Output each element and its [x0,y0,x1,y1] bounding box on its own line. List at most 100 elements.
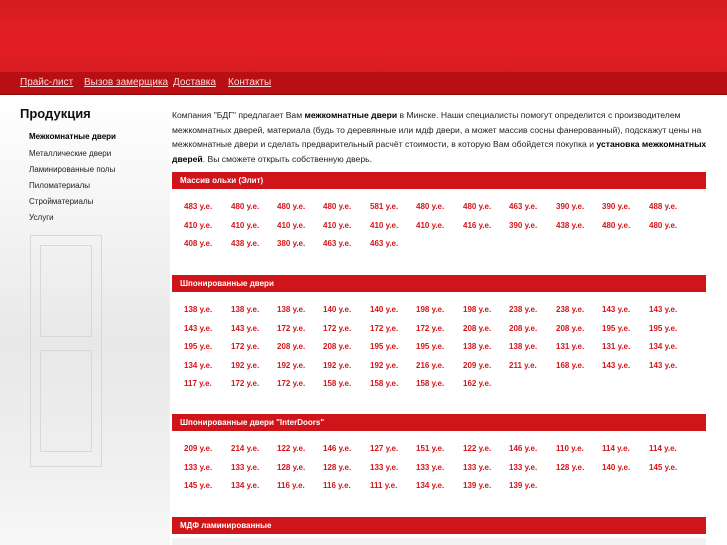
price-link[interactable]: 151 у.е. [416,444,444,453]
price-link[interactable]: 488 у.е. [649,202,677,211]
price-link[interactable]: 143 у.е. [649,305,677,314]
price-link[interactable]: 192 у.е. [323,361,351,370]
nav-call-measurer[interactable]: Вызов замерщика [84,77,168,88]
price-link[interactable]: 140 у.е. [602,463,630,472]
price-link[interactable]: 214 у.е. [231,444,259,453]
price-link[interactable]: 195 у.е. [416,342,444,351]
sidebar-item-lumber[interactable]: Пиломатериалы [29,181,90,190]
sidebar-item-building-materials[interactable]: Стройматериалы [29,197,93,206]
price-link[interactable]: 410 у.е. [416,221,444,230]
price-link[interactable]: 195 у.е. [602,324,630,333]
price-link[interactable]: 138 у.е. [184,305,212,314]
price-link[interactable]: 133 у.е. [509,463,537,472]
price-link[interactable]: 133 у.е. [184,463,212,472]
price-link[interactable]: 134 у.е. [184,361,212,370]
price-link[interactable]: 138 у.е. [277,305,305,314]
price-link[interactable]: 122 у.е. [463,444,491,453]
price-link[interactable]: 480 у.е. [602,221,630,230]
price-link[interactable]: 140 у.е. [370,305,398,314]
price-link[interactable]: 480 у.е. [231,202,259,211]
price-link[interactable]: 117 у.е. [184,379,212,388]
price-link[interactable]: 480 у.е. [323,202,351,211]
price-link[interactable]: 143 у.е. [649,361,677,370]
price-link[interactable]: 146 у.е. [509,444,537,453]
price-link[interactable]: 483 у.е. [184,202,212,211]
price-link[interactable]: 410 у.е. [323,221,351,230]
price-link[interactable]: 480 у.е. [277,202,305,211]
price-link[interactable]: 139 у.е. [509,481,537,490]
price-link[interactable]: 390 у.е. [509,221,537,230]
price-link[interactable]: 172 у.е. [277,379,305,388]
price-link[interactable]: 133 у.е. [416,463,444,472]
sidebar-item-interior-doors[interactable]: Межкомнатные двери [29,132,116,141]
price-link[interactable]: 116 у.е. [323,481,351,490]
price-link[interactable]: 195 у.е. [370,342,398,351]
price-link[interactable]: 410 у.е. [370,221,398,230]
price-link[interactable]: 143 у.е. [602,305,630,314]
price-link[interactable]: 216 у.е. [416,361,444,370]
price-link[interactable]: 133 у.е. [370,463,398,472]
price-link[interactable]: 134 у.е. [231,481,259,490]
price-link[interactable]: 143 у.е. [184,324,212,333]
price-link[interactable]: 172 у.е. [231,379,259,388]
sidebar-item-services[interactable]: Услуги [29,213,54,222]
price-link[interactable]: 134 у.е. [649,342,677,351]
price-link[interactable]: 110 у.е. [556,444,584,453]
price-link[interactable]: 162 у.е. [463,379,491,388]
price-link[interactable]: 172 у.е. [277,324,305,333]
price-link[interactable]: 131 у.е. [556,342,584,351]
sidebar-item-metal-doors[interactable]: Металлические двери [29,149,111,158]
price-link[interactable]: 172 у.е. [370,324,398,333]
price-link[interactable]: 145 у.е. [649,463,677,472]
price-link[interactable]: 208 у.е. [463,324,491,333]
price-link[interactable]: 131 у.е. [602,342,630,351]
price-link[interactable]: 158 у.е. [323,379,351,388]
price-link[interactable]: 198 у.е. [463,305,491,314]
price-link[interactable]: 211 у.е. [509,361,537,370]
price-link[interactable]: 195 у.е. [649,324,677,333]
price-link[interactable]: 410 у.е. [231,221,259,230]
price-link[interactable]: 158 у.е. [370,379,398,388]
price-link[interactable]: 380 у.е. [277,239,305,248]
sidebar-item-laminate-floors[interactable]: Ламинированные полы [29,165,115,174]
price-link[interactable]: 128 у.е. [323,463,351,472]
price-link[interactable]: 410 у.е. [184,221,212,230]
price-link[interactable]: 408 у.е. [184,239,212,248]
price-link[interactable]: 581 у.е. [370,202,398,211]
price-link[interactable]: 463 у.е. [323,239,351,248]
price-link[interactable]: 208 у.е. [556,324,584,333]
price-link[interactable]: 208 у.е. [509,324,537,333]
price-link[interactable]: 143 у.е. [602,361,630,370]
price-link[interactable]: 209 у.е. [463,361,491,370]
price-link[interactable]: 140 у.е. [323,305,351,314]
price-link[interactable]: 416 у.е. [463,221,491,230]
nav-price-list[interactable]: Прайс-лист [20,77,73,88]
price-link[interactable]: 111 у.е. [370,481,397,490]
price-link[interactable]: 209 у.е. [184,444,212,453]
price-link[interactable]: 145 у.е. [184,481,212,490]
price-link[interactable]: 390 у.е. [556,202,584,211]
price-link[interactable]: 192 у.е. [370,361,398,370]
price-link[interactable]: 134 у.е. [416,481,444,490]
nav-delivery[interactable]: Доставка [173,77,216,88]
price-link[interactable]: 410 у.е. [277,221,305,230]
price-link[interactable]: 143 у.е. [231,324,259,333]
price-link[interactable]: 463 у.е. [370,239,398,248]
price-link[interactable]: 128 у.е. [277,463,305,472]
price-link[interactable]: 139 у.е. [463,481,491,490]
price-link[interactable]: 133 у.е. [463,463,491,472]
price-link[interactable]: 208 у.е. [277,342,305,351]
price-link[interactable]: 192 у.е. [231,361,259,370]
price-link[interactable]: 172 у.е. [323,324,351,333]
price-link[interactable]: 198 у.е. [416,305,444,314]
price-link[interactable]: 463 у.е. [509,202,537,211]
price-link[interactable]: 238 у.е. [509,305,537,314]
price-link[interactable]: 238 у.е. [556,305,584,314]
price-link[interactable]: 122 у.е. [277,444,305,453]
price-link[interactable]: 192 у.е. [277,361,305,370]
price-link[interactable]: 114 у.е. [649,444,677,453]
price-link[interactable]: 114 у.е. [602,444,630,453]
price-link[interactable]: 438 у.е. [231,239,259,248]
price-link[interactable]: 146 у.е. [323,444,351,453]
price-link[interactable]: 438 у.е. [556,221,584,230]
